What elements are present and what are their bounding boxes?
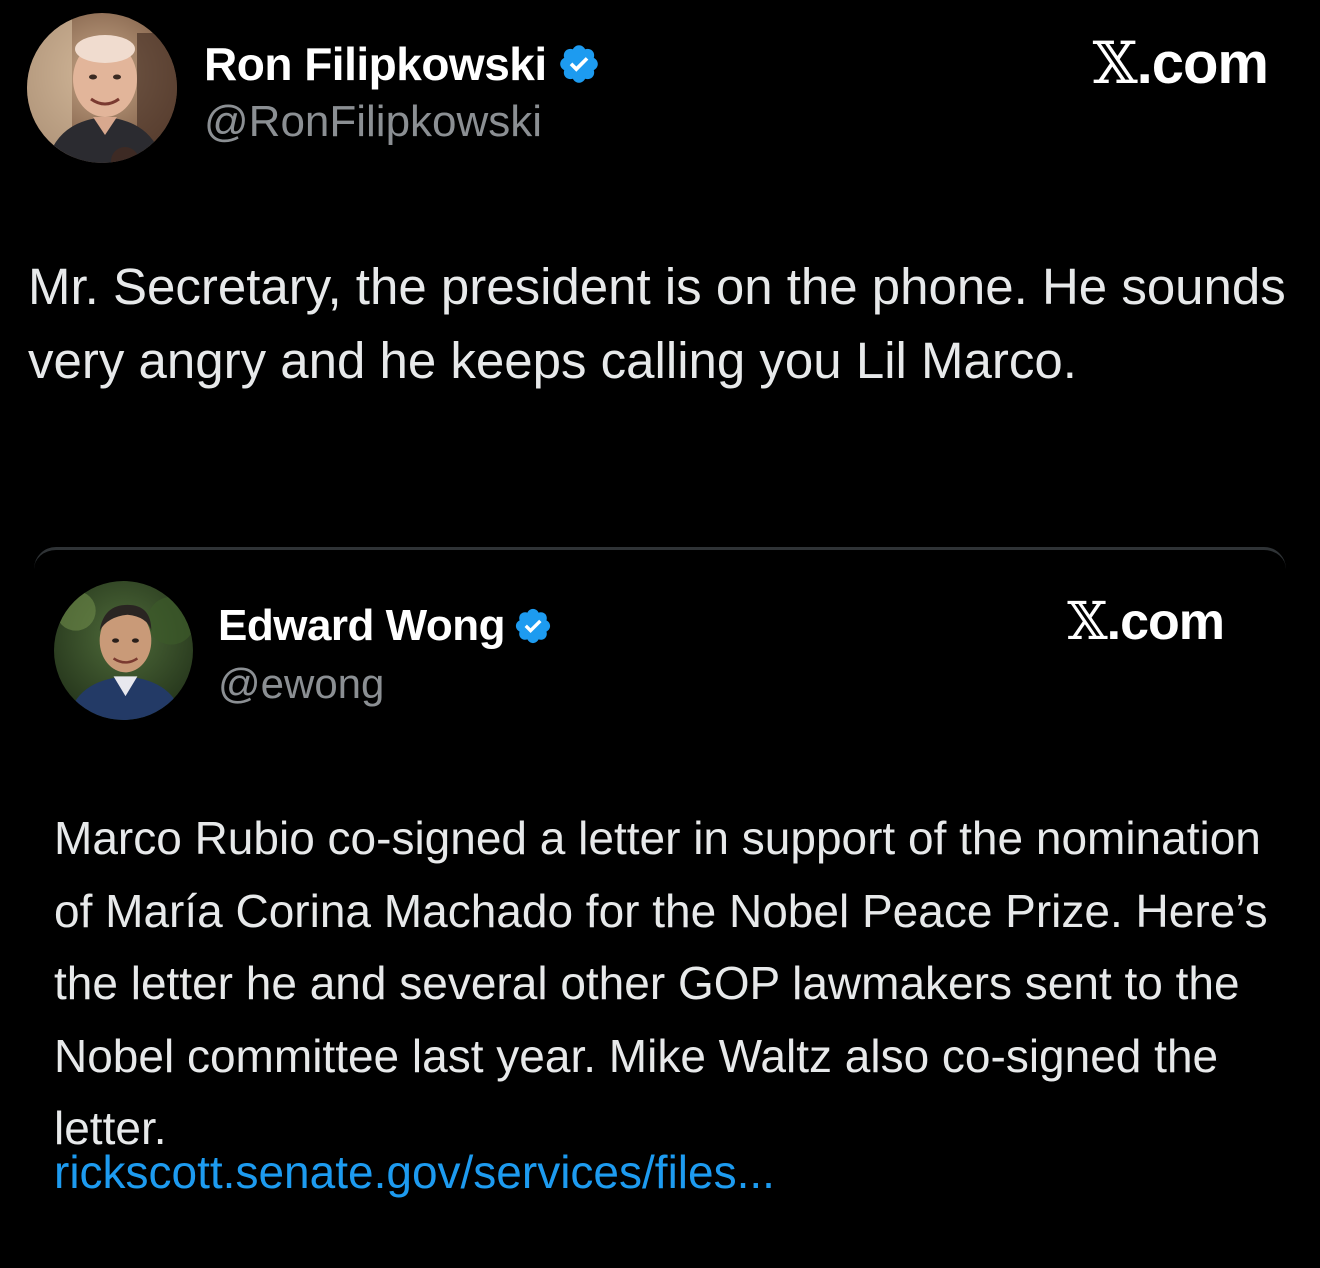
quoted-author-identity: Edward Wong @ewong [218,601,553,709]
main-tweet-header: Ron Filipkowski @RonFilipkowski [27,13,601,163]
brand-suffix: .com [1106,593,1225,651]
x-glyph: 𝕏 [1067,592,1107,652]
quoted-tweet-header: Edward Wong @ewong [54,581,553,720]
quoted-tweet-text: Marco Rubio co-signed a letter in suppor… [54,812,1268,1154]
x-glyph: 𝕏 [1092,29,1138,97]
quoted-tweet-card[interactable]: Edward Wong @ewong 𝕏.com Marco Rubio co-… [34,547,1286,1268]
verified-badge-icon [557,42,601,86]
x-logo-icon[interactable]: 𝕏.com [1092,29,1269,97]
quoted-author-handle[interactable]: @ewong [218,659,553,709]
edward-wong-avatar[interactable] [54,581,193,720]
main-author-handle[interactable]: @RonFilipkowski [204,95,601,149]
main-author-name-row: Ron Filipkowski [204,37,601,91]
verified-badge-icon [513,606,553,646]
main-author-identity: Ron Filipkowski @RonFilipkowski [204,37,601,149]
main-author-display-name[interactable]: Ron Filipkowski [204,37,547,91]
x-logo-icon[interactable]: 𝕏.com [1067,592,1225,652]
ron-filipkowski-avatar[interactable] [27,13,177,163]
quoted-author-name-row: Edward Wong [218,601,553,651]
brand-suffix: .com [1136,31,1269,96]
quoted-tweet-link[interactable]: rickscott.senate.gov/services/files... [54,1142,775,1202]
main-tweet-text: Mr. Secretary, the president is on the p… [28,258,1286,389]
quoted-author-display-name[interactable]: Edward Wong [218,601,506,651]
